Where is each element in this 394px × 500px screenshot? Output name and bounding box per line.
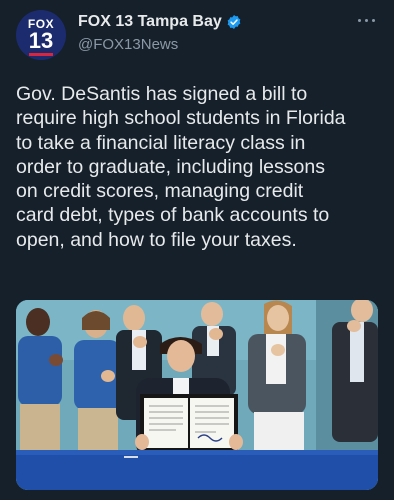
display-name[interactable]: FOX 13 Tampa Bay bbox=[78, 13, 242, 31]
avatar-logo-number: 13 bbox=[28, 28, 54, 53]
tweet-photo[interactable] bbox=[16, 300, 378, 490]
display-name-text[interactable]: FOX 13 Tampa Bay bbox=[78, 13, 222, 30]
verified-badge-icon bbox=[227, 14, 241, 29]
bill-signing-photo bbox=[16, 300, 378, 490]
tweet-text: Gov. DeSantis has signed a bill to requi… bbox=[16, 83, 346, 251]
tweet-header: FOX 13 FOX 13 Tampa Bay @FOX13News bbox=[0, 0, 394, 72]
account-handle[interactable]: @FOX13News bbox=[78, 36, 178, 53]
more-options-icon[interactable] bbox=[356, 14, 378, 28]
avatar[interactable]: FOX 13 bbox=[16, 10, 66, 60]
avatar-logo-bar bbox=[29, 53, 53, 56]
